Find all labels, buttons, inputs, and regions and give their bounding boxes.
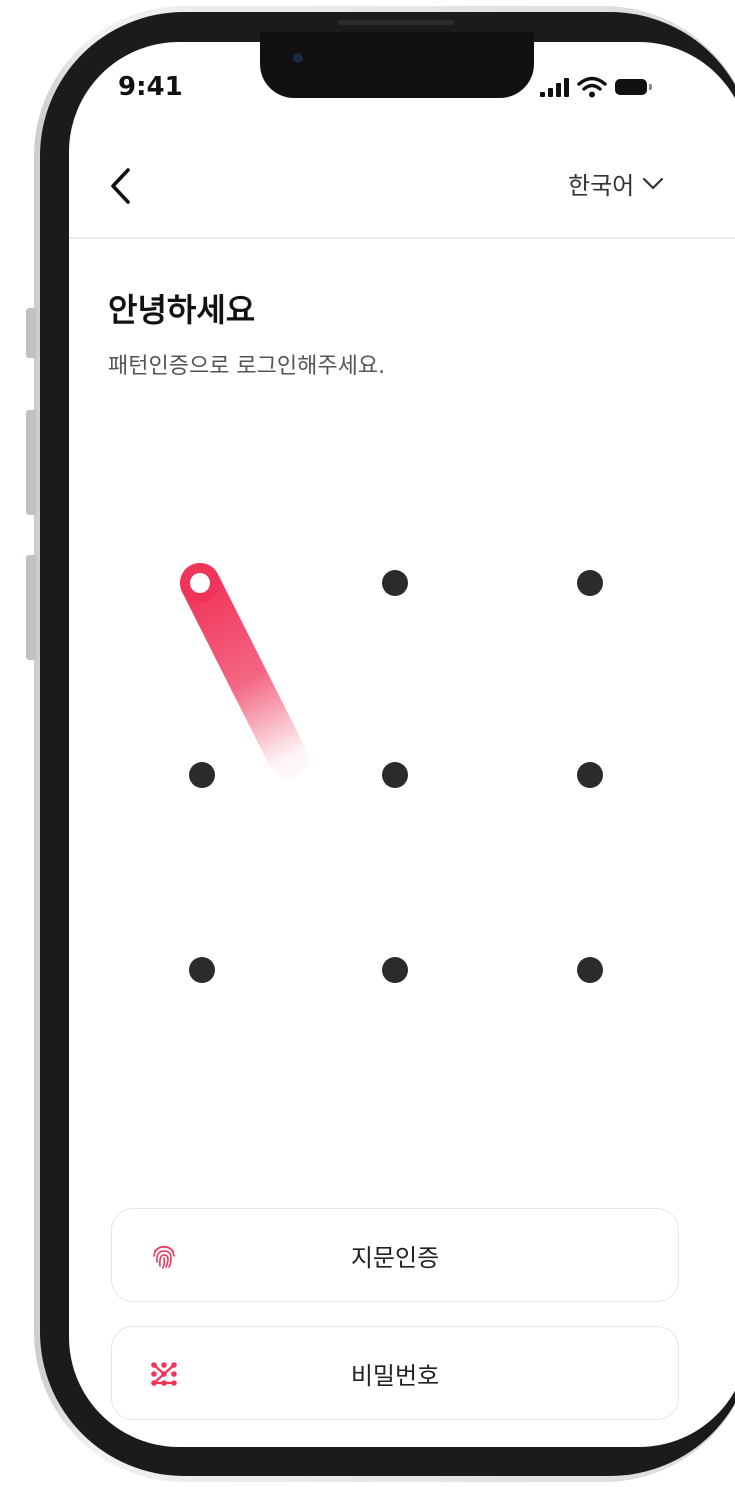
- password-auth-button[interactable]: 비밀번호: [111, 1326, 679, 1420]
- back-button[interactable]: [106, 166, 136, 206]
- pattern-dot-1-active[interactable]: [180, 563, 220, 603]
- language-label: 한국어: [568, 172, 635, 200]
- pattern-dot-6[interactable]: [577, 762, 603, 788]
- pattern-dot-5[interactable]: [382, 762, 408, 788]
- battery-icon: [615, 79, 652, 95]
- pattern-dot-9[interactable]: [577, 957, 603, 983]
- fingerprint-auth-label: 지문인증: [350, 1243, 440, 1272]
- status-time: 9:41: [118, 72, 183, 102]
- volume-up-button: [26, 410, 36, 515]
- volume-down-button: [26, 555, 36, 660]
- mute-switch: [26, 308, 36, 358]
- status-icons: [540, 76, 652, 98]
- notch: [260, 32, 534, 98]
- cellular-signal-icon: [540, 77, 569, 97]
- pattern-dot-3[interactable]: [577, 570, 603, 596]
- chevron-left-icon: [111, 168, 130, 204]
- header-divider: [69, 237, 735, 239]
- page-title: 안녕하세요: [108, 291, 256, 329]
- camera-icon: [293, 53, 303, 63]
- page-subtitle: 패턴인증으로 로그인해주세요.: [108, 354, 386, 379]
- speaker-grille: [338, 20, 454, 25]
- pattern-dot-4[interactable]: [189, 762, 215, 788]
- language-selector[interactable]: 한국어: [568, 166, 664, 201]
- fingerprint-auth-button[interactable]: 지문인증: [111, 1208, 679, 1302]
- password-auth-label: 비밀번호: [350, 1361, 440, 1390]
- pattern-dot-8[interactable]: [382, 957, 408, 983]
- pattern-dot-2[interactable]: [382, 570, 408, 596]
- wifi-icon: [577, 76, 607, 98]
- pattern-dot-7[interactable]: [189, 957, 215, 983]
- chevron-down-icon: [643, 177, 664, 189]
